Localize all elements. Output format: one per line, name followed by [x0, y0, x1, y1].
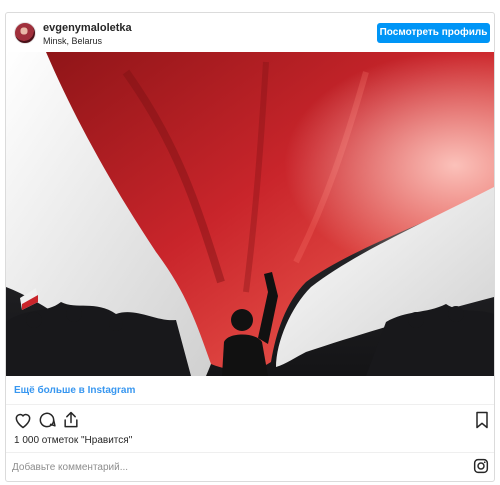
action-bar — [6, 410, 494, 432]
instagram-icon[interactable] — [473, 458, 489, 474]
username[interactable]: evgenymaloletka — [43, 22, 132, 34]
location[interactable]: Minsk, Belarus — [43, 36, 102, 46]
comment-icon[interactable] — [37, 410, 57, 430]
more-on-instagram-link[interactable]: Ещё больше в Instagram — [14, 385, 135, 396]
share-icon[interactable] — [61, 410, 81, 430]
post-photo[interactable] — [6, 52, 494, 376]
view-profile-button[interactable]: Посмотреть профиль — [377, 23, 490, 43]
avatar[interactable] — [14, 22, 36, 44]
comment-input[interactable] — [12, 458, 452, 476]
likes-count[interactable]: 1 000 отметок "Нравится" — [14, 435, 132, 446]
bookmark-icon[interactable] — [472, 410, 492, 430]
divider — [6, 452, 494, 453]
divider — [6, 404, 494, 405]
post-header: evgenymaloletka Minsk, Belarus Посмотрет… — [6, 13, 494, 53]
instagram-embed: evgenymaloletka Minsk, Belarus Посмотрет… — [5, 12, 495, 482]
heart-icon[interactable] — [13, 410, 33, 430]
